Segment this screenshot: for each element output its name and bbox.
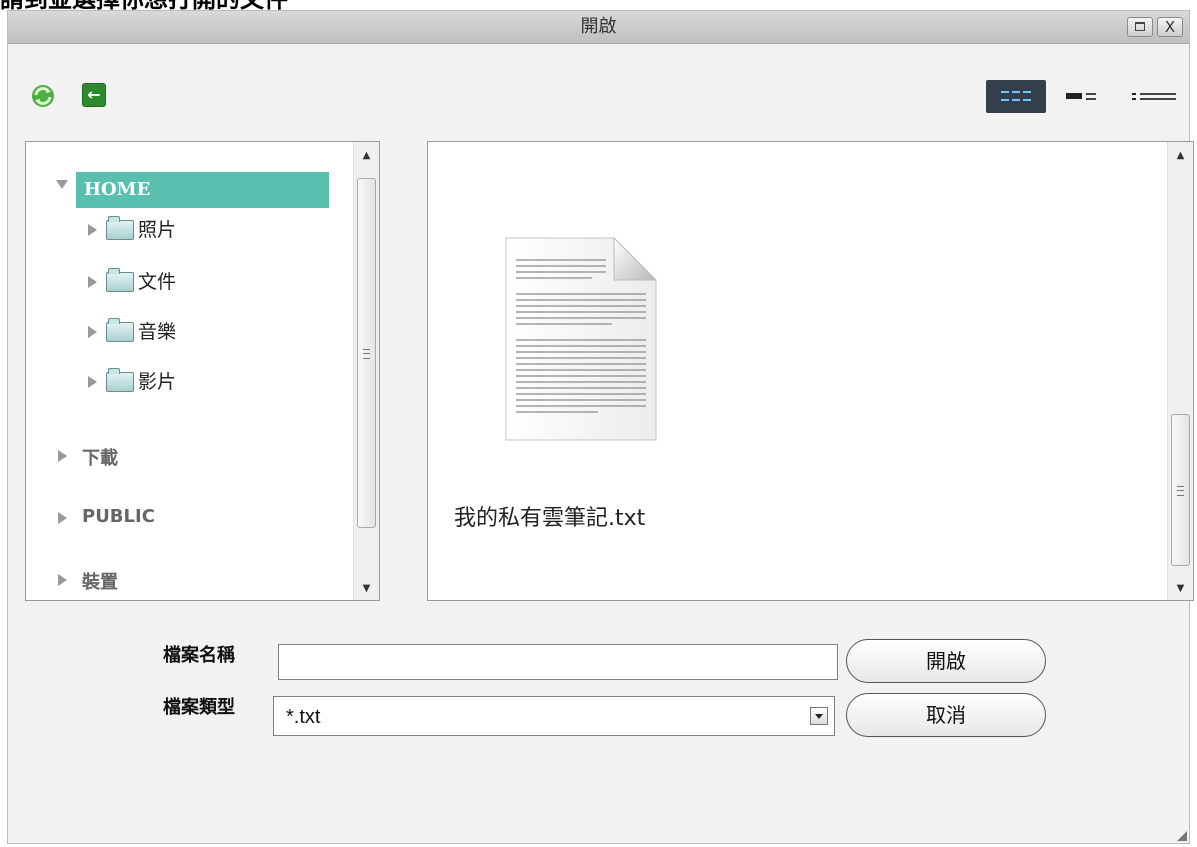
scroll-down-icon[interactable]: ▼ — [1168, 583, 1193, 594]
close-button[interactable]: X — [1157, 17, 1183, 37]
folder-tree-panel[interactable]: HOME 照片 文件 音樂 影片 下載 PUBLIC 裝置 ▲ ▼ — [25, 141, 380, 601]
tree-item-documents[interactable]: 文件 — [138, 267, 176, 294]
file-list-scrollbar[interactable]: ▲ ▼ — [1167, 142, 1193, 600]
folder-icon — [106, 318, 134, 342]
collapse-arrow-icon[interactable] — [58, 574, 67, 586]
scroll-thumb[interactable] — [357, 178, 376, 528]
folder-icon — [106, 268, 134, 292]
collapse-arrow-icon[interactable] — [88, 326, 97, 338]
open-file-dialog: 開啟 X ← HOME 照片 文件 音樂 影片 下載 PUBLIC 裝置 ▲ ▼… — [7, 10, 1194, 844]
tree-item-music[interactable]: 音樂 — [138, 317, 176, 344]
tree-scrollbar[interactable]: ▲ ▼ — [353, 142, 379, 600]
dialog-titlebar[interactable]: 開啟 X — [8, 11, 1189, 44]
tree-item-downloads[interactable]: 下載 — [82, 444, 118, 470]
list-view-icon[interactable] — [1132, 89, 1176, 105]
collapse-arrow-icon[interactable] — [88, 224, 97, 236]
filename-input[interactable] — [278, 644, 838, 680]
detail-view-icon[interactable] — [1066, 89, 1106, 105]
tree-item-devices[interactable]: 裝置 — [82, 568, 118, 594]
close-icon: X — [1164, 18, 1176, 36]
filename-label: 檔案名稱 — [163, 645, 235, 666]
back-button[interactable]: ← — [82, 83, 106, 107]
scroll-thumb[interactable] — [1171, 414, 1190, 566]
dropdown-arrow-icon[interactable] — [810, 707, 828, 725]
refresh-icon[interactable] — [30, 83, 56, 109]
filetype-select[interactable]: *.txt — [273, 696, 835, 736]
grid-view-icon[interactable] — [986, 80, 1046, 113]
cancel-button[interactable]: 取消 — [846, 693, 1046, 737]
tree-item-videos[interactable]: 影片 — [138, 367, 176, 394]
collapse-arrow-icon[interactable] — [58, 512, 67, 524]
collapse-arrow-icon[interactable] — [88, 376, 97, 388]
folder-icon — [106, 368, 134, 392]
filetype-label: 檔案類型 — [163, 697, 235, 718]
scroll-up-icon[interactable]: ▲ — [1168, 150, 1193, 161]
maximize-button[interactable] — [1127, 17, 1153, 37]
tree-item-home-label: HOME — [84, 179, 151, 200]
scroll-up-icon[interactable]: ▲ — [354, 150, 379, 161]
tree-item-photos[interactable]: 照片 — [138, 215, 176, 242]
back-arrow-icon: ← — [87, 85, 101, 104]
expand-arrow-icon[interactable] — [56, 180, 68, 189]
text-document-icon[interactable] — [502, 234, 660, 444]
collapse-arrow-icon[interactable] — [88, 276, 97, 288]
open-button[interactable]: 開啟 — [846, 639, 1046, 683]
tree-item-public[interactable]: PUBLIC — [82, 506, 155, 527]
resize-grip-icon[interactable] — [1177, 831, 1187, 841]
dialog-title: 開啟 — [580, 16, 617, 37]
filetype-value: *.txt — [286, 706, 321, 728]
scroll-down-icon[interactable]: ▼ — [354, 583, 379, 594]
folder-icon — [106, 216, 134, 240]
file-list-panel[interactable]: 我的私有雲筆記.txt ▲ ▼ — [427, 141, 1194, 601]
file-item-name[interactable]: 我的私有雲筆記.txt — [454, 500, 645, 532]
collapse-arrow-icon[interactable] — [58, 450, 67, 462]
